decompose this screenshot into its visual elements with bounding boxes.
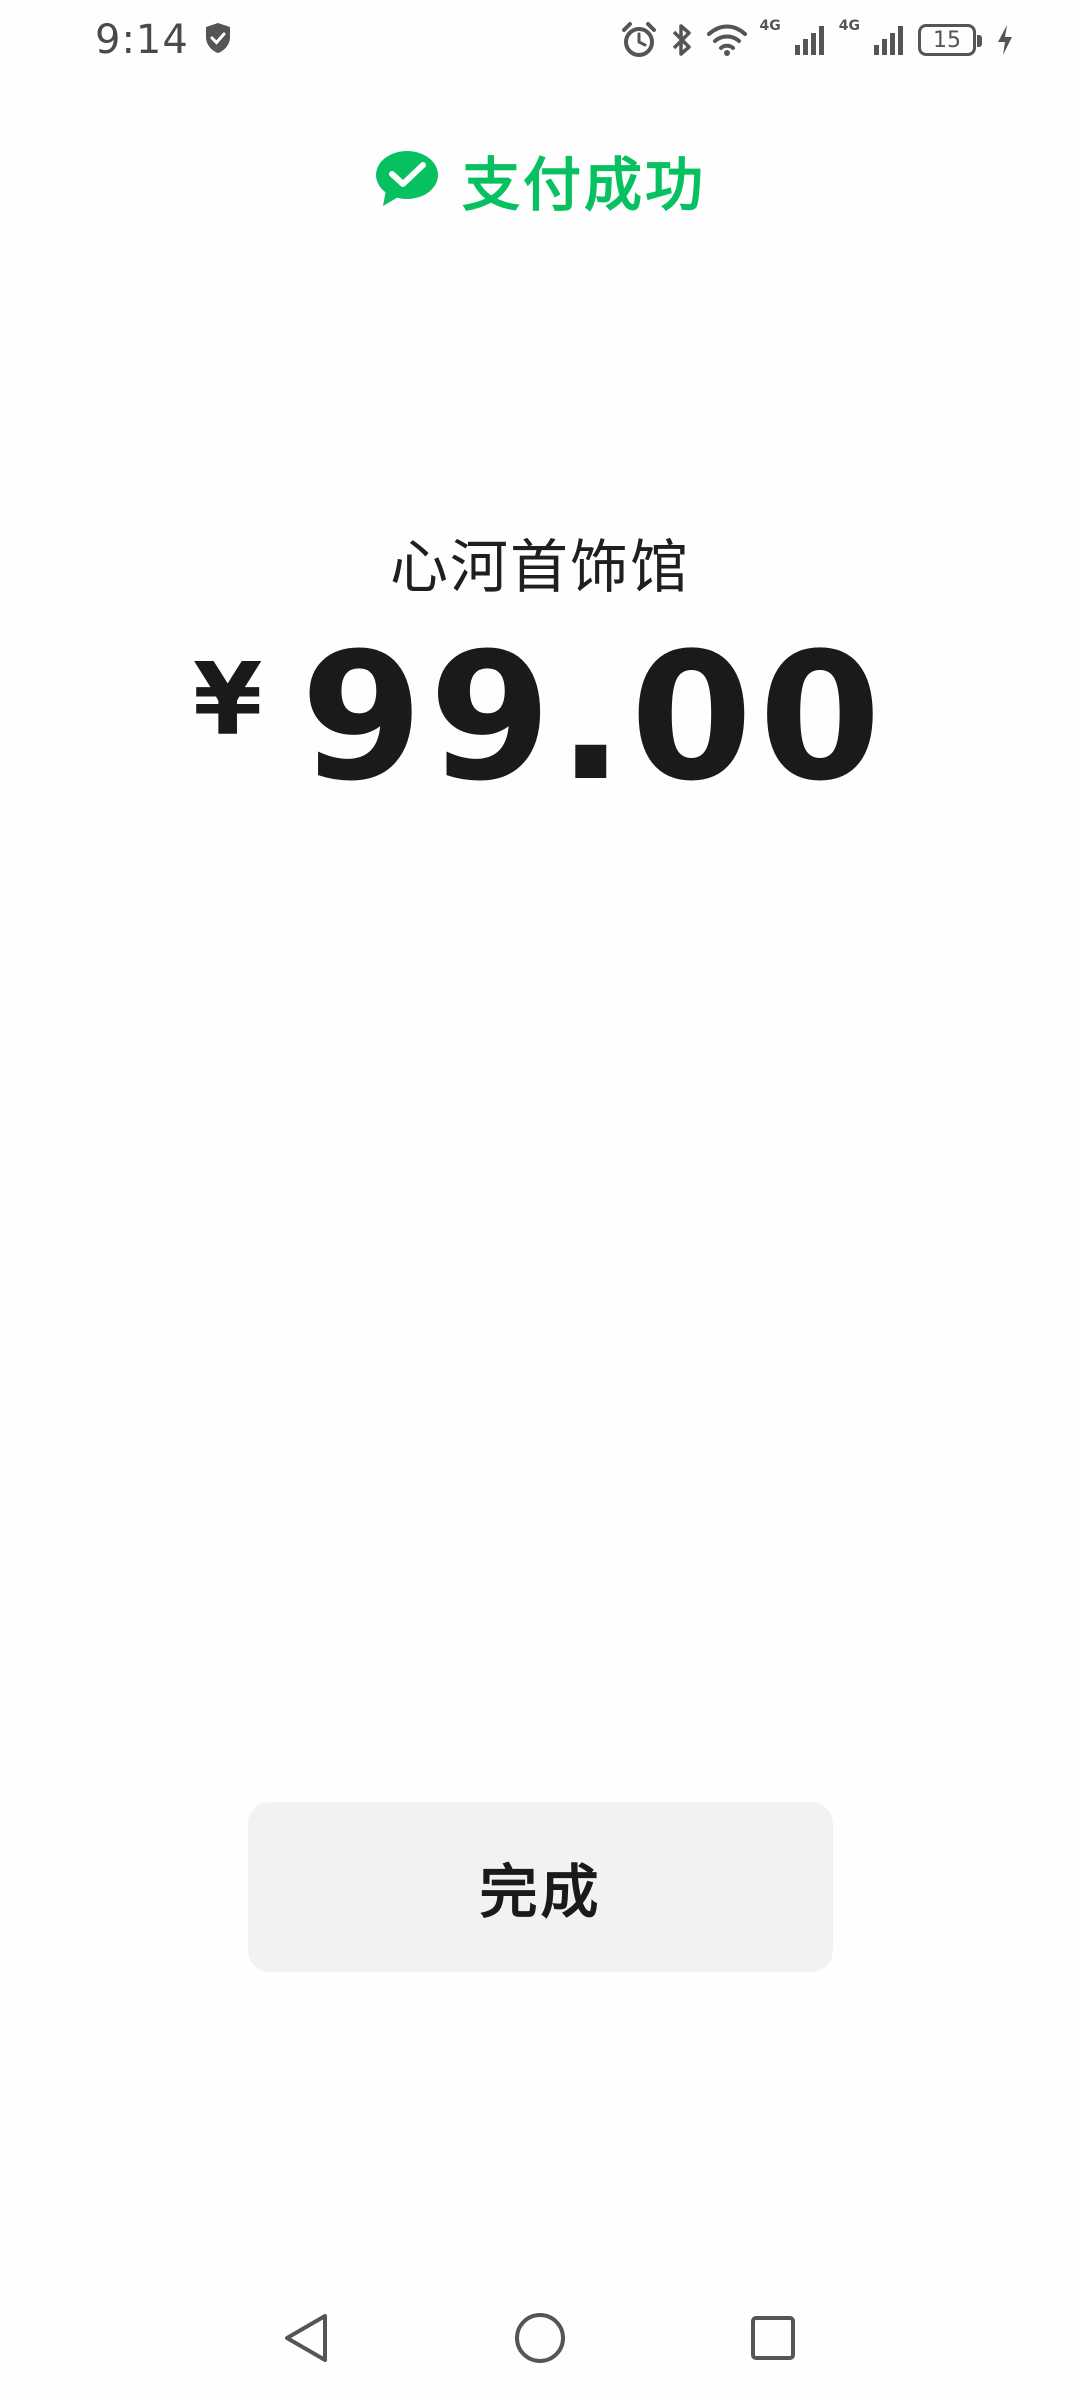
- back-triangle-icon: [281, 2311, 333, 2369]
- amount-value: 99.00: [300, 615, 888, 820]
- wechat-pay-icon: [374, 148, 440, 212]
- network-type-2: 4G: [838, 18, 860, 34]
- status-right: 4G 4G 15: [620, 18, 1014, 59]
- merchant-name: 心河首饰馆: [389, 533, 690, 601]
- payment-amount: ¥ 99.00: [0, 630, 1080, 806]
- network-type-1: 4G: [759, 18, 781, 34]
- wifi-icon: [706, 23, 748, 57]
- clock: 9:14: [95, 17, 189, 63]
- bluetooth-icon: [670, 21, 694, 59]
- payment-success-screen: 9:14 4G 4G 15 支付成功 心河首饰馆 ¥ 99.00 完成: [0, 0, 1080, 2400]
- recents-button[interactable]: [743, 2310, 803, 2370]
- currency-symbol: ¥: [192, 641, 263, 758]
- alarm-icon: [620, 21, 658, 59]
- battery-indicator: 15: [918, 24, 982, 56]
- payment-success-header: 支付成功: [0, 138, 1080, 222]
- shield-icon: [203, 21, 233, 59]
- navigation-bar: [0, 2280, 1080, 2400]
- status-bar: 9:14 4G 4G 15: [0, 0, 1080, 80]
- home-circle-icon: [513, 2311, 567, 2369]
- done-button[interactable]: 完成: [248, 1802, 833, 1972]
- signal-icon-2: [872, 23, 906, 57]
- home-button[interactable]: [510, 2310, 570, 2370]
- recents-square-icon: [749, 2314, 797, 2366]
- charging-icon: [996, 24, 1014, 56]
- page-title: 支付成功: [461, 151, 706, 219]
- signal-icon-1: [793, 23, 827, 57]
- back-button[interactable]: [277, 2310, 337, 2370]
- status-left: 9:14: [95, 17, 233, 63]
